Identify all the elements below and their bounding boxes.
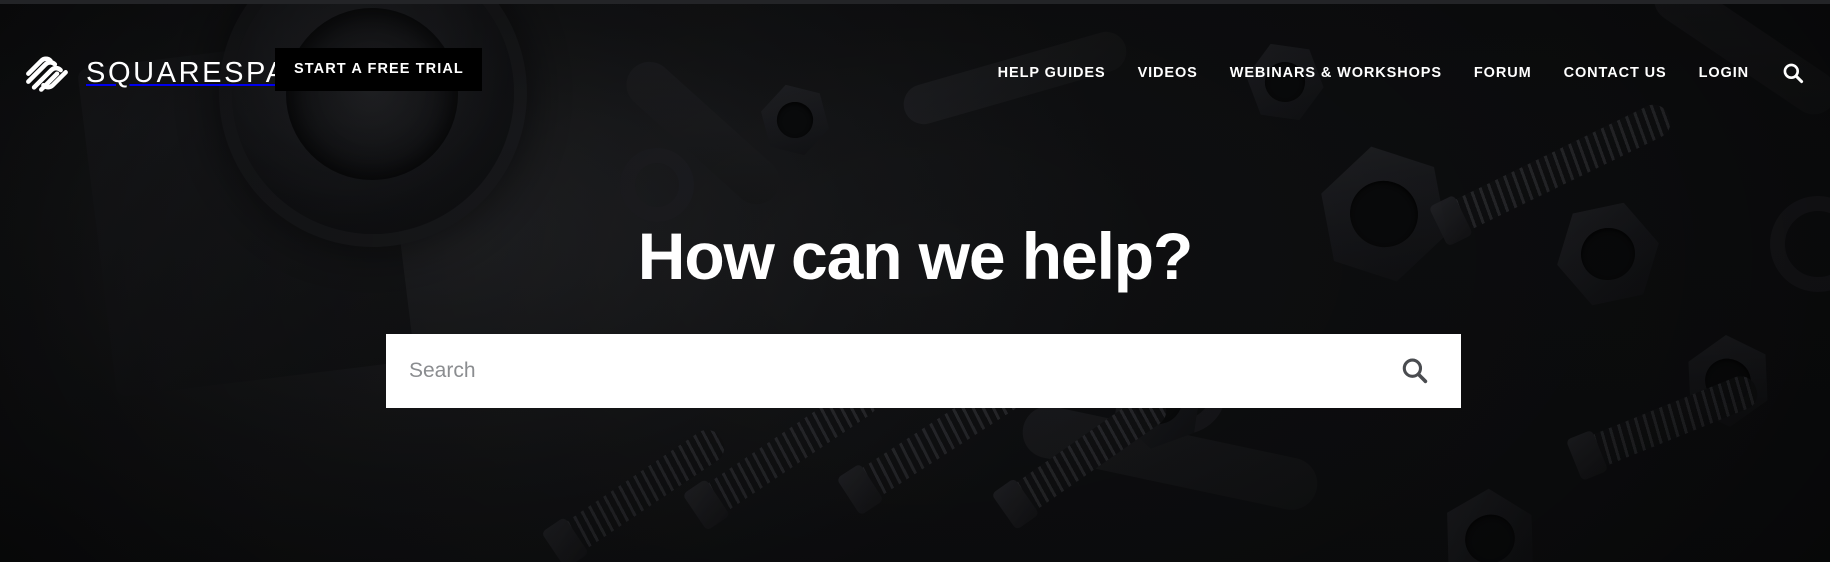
page-root: SQUARESPACE START A FREE TRIAL HELP GUID… xyxy=(0,0,1830,562)
primary-navigation: HELP GUIDES VIDEOS WEBINARS & WORKSHOPS … xyxy=(998,58,1806,88)
search-icon xyxy=(1783,63,1804,84)
nav-item-forum[interactable]: FORUM xyxy=(1474,58,1532,88)
nav-item-help-guides[interactable]: HELP GUIDES xyxy=(998,58,1106,88)
nav-item-login[interactable]: LOGIN xyxy=(1699,58,1749,88)
nav-item-webinars-workshops[interactable]: WEBINARS & WORKSHOPS xyxy=(1230,58,1442,88)
nav-item-contact-us[interactable]: CONTACT US xyxy=(1564,58,1667,88)
start-free-trial-button[interactable]: START A FREE TRIAL xyxy=(275,48,482,91)
nav-item-videos[interactable]: VIDEOS xyxy=(1138,58,1198,88)
squarespace-logo-icon xyxy=(26,56,68,92)
site-header: SQUARESPACE START A FREE TRIAL HELP GUID… xyxy=(0,0,1830,140)
page-title: How can we help? xyxy=(637,219,1194,293)
header-search-toggle-button[interactable] xyxy=(1780,60,1806,86)
